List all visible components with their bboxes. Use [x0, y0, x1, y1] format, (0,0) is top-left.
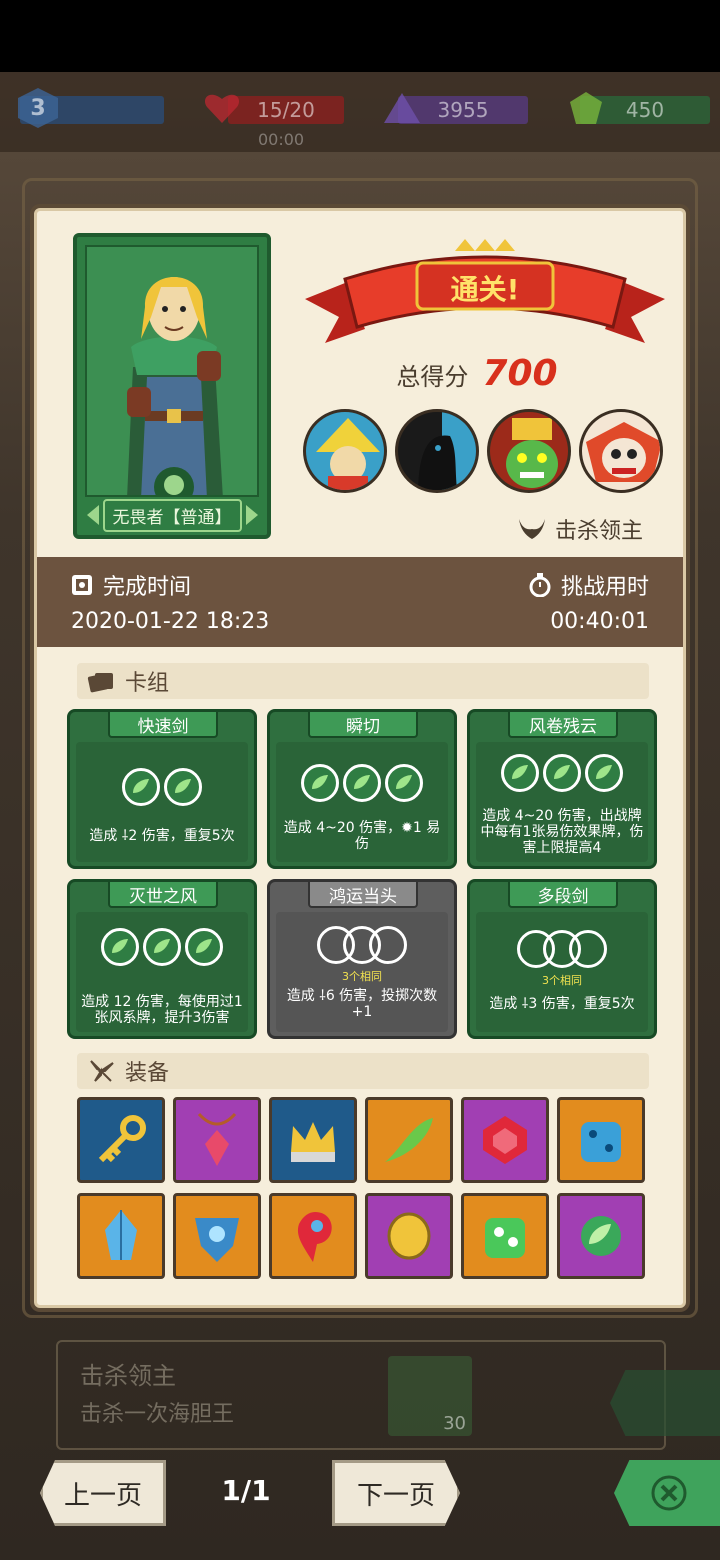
time-band: 完成时间 挑战用时 2020-01-22 18:23 00:40:01 [37, 557, 683, 647]
wind-die-icon [101, 928, 139, 966]
close-button[interactable] [614, 1460, 720, 1526]
skill-card-4[interactable]: 灭世之风 造成 12 伤害，每使用过1张风系牌，提升3伤害 [67, 879, 257, 1039]
kill-boss-label: 击杀领主 [554, 519, 643, 544]
next-hero-arrow-icon[interactable] [245, 505, 258, 525]
wind-die-icon [185, 928, 223, 966]
result-panel: 无畏者【普通】 通关! 总得分 700 击杀领主 完成时间 挑战用时 2020-… [34, 208, 686, 1308]
stopwatch-icon [529, 573, 551, 597]
crystal-icon[interactable] [77, 1193, 165, 1279]
pendant-icon[interactable] [173, 1097, 261, 1183]
close-icon [651, 1475, 687, 1511]
prev-page-button[interactable]: 上一页 [40, 1460, 166, 1526]
card-note: 3个相同 [342, 970, 382, 983]
boss-avatar-2[interactable] [395, 409, 479, 493]
boss-avatar-1[interactable] [303, 409, 387, 493]
wind-die-icon [501, 754, 539, 792]
hero-card[interactable]: 无畏者【普通】 [73, 233, 271, 539]
wind-die-icon [164, 768, 202, 806]
hero-portrait [85, 245, 259, 497]
wind-orb-icon[interactable] [557, 1193, 645, 1279]
equipment-title: 装备 [125, 1061, 170, 1086]
card-title: 灭世之风 [108, 880, 218, 908]
empty-die-slot-icon [569, 930, 607, 968]
card-note: 3个相同 [542, 974, 582, 987]
card-title: 多段剑 [508, 880, 618, 908]
claim-button-dim [610, 1370, 720, 1436]
skill-card-3[interactable]: 风卷残云 造成 4~20 伤害，出战牌中每有1张易伤效果牌，伤害上限提高4 [467, 709, 657, 869]
red-swirl-icon[interactable] [269, 1193, 357, 1279]
timer-text: 00:00 [258, 130, 305, 149]
prev-hero-arrow-icon[interactable] [86, 505, 99, 525]
card-text: 造成 4~20 伤害，出战牌中每有1张易伤效果牌，伤害上限提高4 [480, 808, 644, 856]
page-indicator: 1/1 [221, 1474, 271, 1507]
skill-card-2[interactable]: 瞬切 造成 4~20 伤害，✹1 易伤 [267, 709, 457, 869]
quest-reward-icon: 30 [388, 1356, 472, 1436]
quest-desc: 击杀一次海胆王 [80, 1402, 235, 1427]
boss-portraits [303, 409, 663, 493]
skill-card-1[interactable]: 快速剑 造成 ⸸2 伤害，重复5次 [67, 709, 257, 869]
quest-title: 击杀领主 [80, 1362, 176, 1390]
equipment-fan-icon [90, 1060, 114, 1082]
status-bar [0, 0, 720, 72]
gold-coin-icon[interactable] [365, 1193, 453, 1279]
score-row: 总得分 700 [327, 353, 627, 394]
blue-die-icon[interactable] [557, 1097, 645, 1183]
complete-time-label: 完成时间 [103, 575, 192, 600]
wind-die-icon [585, 754, 623, 792]
green-gem-icon [566, 88, 606, 128]
score-label: 总得分 [396, 363, 469, 391]
cards-icon [87, 673, 113, 693]
deck-header: 卡组 [77, 663, 649, 699]
challenge-time-value: 00:40:01 [550, 609, 649, 634]
wind-die-icon [122, 768, 160, 806]
card-text: 造成 ⸸3 伤害，重复5次 [489, 996, 635, 1012]
wind-die-icon [543, 754, 581, 792]
wind-die-icon [385, 764, 423, 802]
quest-row: 击杀领主 击杀一次海胆王 30 [56, 1340, 666, 1450]
ruby-icon[interactable] [461, 1097, 549, 1183]
key-icon[interactable] [77, 1097, 165, 1183]
heart-icon [202, 88, 242, 128]
skill-card-6[interactable]: 多段剑 3个相同 造成 ⸸3 伤害，重复5次 [467, 879, 657, 1039]
clear-banner: 通关! [305, 239, 665, 349]
quest-reward-count: 30 [443, 1413, 466, 1434]
challenge-time-label: 挑战用时 [560, 575, 649, 600]
complete-time-heading: 完成时间 [71, 569, 191, 601]
green-die-icon[interactable] [461, 1193, 549, 1279]
skill-card-5[interactable]: 鸿运当头 3个相同 造成 ⸸6 伤害，投掷次数+1 [267, 879, 457, 1039]
hp-bar: 15/20 [228, 96, 344, 124]
boss-avatar-4[interactable] [579, 409, 663, 493]
empty-die-slot-icon [369, 926, 407, 964]
wind-die-icon [343, 764, 381, 802]
card-title: 快速剑 [108, 710, 218, 738]
complete-time-value: 2020-01-22 18:23 [71, 609, 270, 634]
crown-icon[interactable] [269, 1097, 357, 1183]
boss-avatar-3[interactable] [487, 409, 571, 493]
card-text: 造成 12 伤害，每使用过1张风系牌，提升3伤害 [81, 994, 243, 1026]
crystal-pyramid-icon [382, 88, 422, 128]
equipment-header: 装备 [77, 1053, 649, 1089]
card-text: 造成 ⸸2 伤害，重复5次 [89, 828, 235, 844]
score-value: 700 [482, 353, 558, 394]
card-title: 瞬切 [308, 710, 418, 738]
feather-icon[interactable] [365, 1097, 453, 1183]
deck-title: 卡组 [125, 671, 170, 696]
calendar-icon [72, 575, 92, 595]
card-text: 造成 ⸸6 伤害，投掷次数+1 [286, 988, 438, 1020]
kill-boss-row: 击杀领主 [517, 513, 643, 545]
challenge-time-heading: 挑战用时 [529, 569, 649, 601]
card-title: 鸿运当头 [308, 880, 418, 908]
wind-die-icon [301, 764, 339, 802]
card-title: 风卷残云 [508, 710, 618, 738]
clear-title: 通关! [450, 273, 520, 306]
next-page-button[interactable]: 下一页 [332, 1460, 460, 1526]
wind-die-icon [143, 928, 181, 966]
shield-gem-icon[interactable] [173, 1193, 261, 1279]
card-text: 造成 4~20 伤害，✹1 易伤 [283, 820, 441, 852]
hero-name: 无畏者【普通】 [102, 498, 242, 532]
boss-horns-icon [518, 519, 545, 539]
hero-nameplate: 无畏者【普通】 [83, 498, 261, 532]
